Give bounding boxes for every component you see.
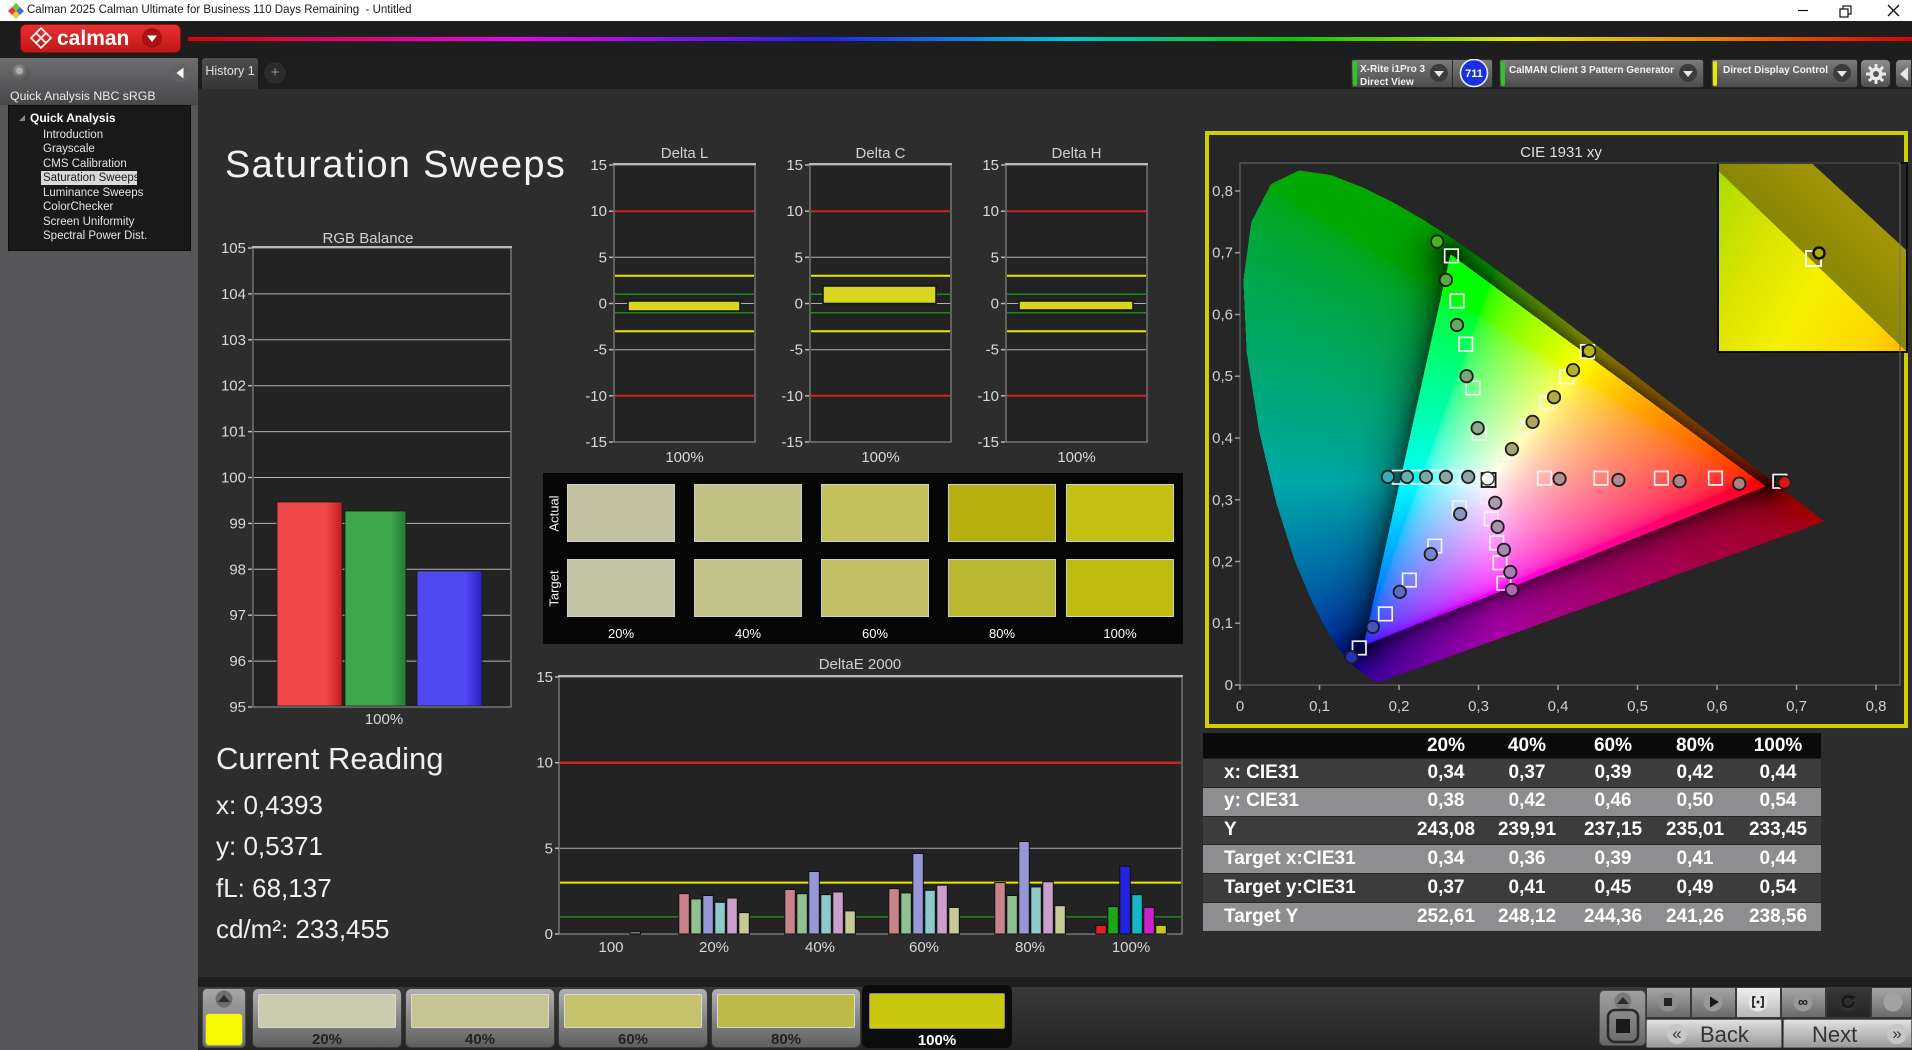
svg-text:101: 101: [221, 424, 246, 441]
svg-text:-5: -5: [790, 342, 803, 359]
svg-text:∞: ∞: [1798, 994, 1808, 1010]
svg-text:15: 15: [786, 157, 803, 174]
svg-text:100%: 100%: [1112, 939, 1150, 956]
svg-text:711: 711: [1465, 68, 1483, 80]
svg-text:-5: -5: [986, 342, 999, 359]
svg-text:-15: -15: [781, 434, 803, 451]
svg-text:-10: -10: [585, 388, 607, 405]
svg-text:95: 95: [229, 699, 246, 716]
svg-text:DeltaE 2000: DeltaE 2000: [819, 656, 902, 673]
svg-text:10: 10: [786, 203, 803, 220]
svg-text:0: 0: [795, 296, 803, 313]
svg-text:100: 100: [221, 470, 246, 487]
svg-text:»: »: [1892, 1024, 1901, 1043]
svg-text:Delta H: Delta H: [1051, 145, 1101, 162]
svg-text:-15: -15: [585, 434, 607, 451]
svg-text:calman: calman: [57, 27, 129, 50]
svg-text:100: 100: [598, 939, 623, 956]
svg-text:10: 10: [536, 755, 553, 772]
svg-text:«: «: [1672, 1024, 1681, 1043]
svg-text:-5: -5: [594, 342, 607, 359]
svg-text:Delta L: Delta L: [661, 145, 709, 162]
svg-text:0: 0: [599, 296, 607, 313]
svg-text:5: 5: [599, 249, 607, 266]
svg-text:-10: -10: [781, 388, 803, 405]
svg-text:0: 0: [545, 926, 553, 943]
svg-text:103: 103: [221, 332, 246, 349]
svg-text:-10: -10: [977, 388, 999, 405]
svg-text:100%: 100%: [365, 711, 403, 728]
svg-text:100%: 100%: [665, 449, 703, 466]
svg-text:102: 102: [221, 378, 246, 395]
svg-text:10: 10: [982, 203, 999, 220]
svg-text:10: 10: [590, 203, 607, 220]
svg-text:5: 5: [991, 249, 999, 266]
svg-text:104: 104: [221, 286, 246, 303]
svg-text:105: 105: [221, 240, 246, 257]
svg-text:40%: 40%: [805, 939, 835, 956]
svg-text:100%: 100%: [861, 449, 899, 466]
svg-text:20%: 20%: [699, 939, 729, 956]
svg-text:15: 15: [982, 157, 999, 174]
svg-text:5: 5: [795, 249, 803, 266]
svg-text:-15: -15: [977, 434, 999, 451]
svg-text:99: 99: [229, 515, 246, 532]
svg-text:96: 96: [229, 653, 246, 670]
svg-text:RGB Balance: RGB Balance: [323, 230, 414, 247]
svg-text:15: 15: [536, 669, 553, 686]
svg-text:100%: 100%: [1057, 449, 1095, 466]
svg-text:97: 97: [229, 607, 246, 624]
svg-text:Delta C: Delta C: [855, 145, 905, 162]
svg-text:60%: 60%: [909, 939, 939, 956]
svg-text:80%: 80%: [1015, 939, 1045, 956]
svg-text:0: 0: [991, 296, 999, 313]
svg-text:15: 15: [590, 157, 607, 174]
svg-text:98: 98: [229, 561, 246, 578]
svg-text:5: 5: [545, 840, 553, 857]
